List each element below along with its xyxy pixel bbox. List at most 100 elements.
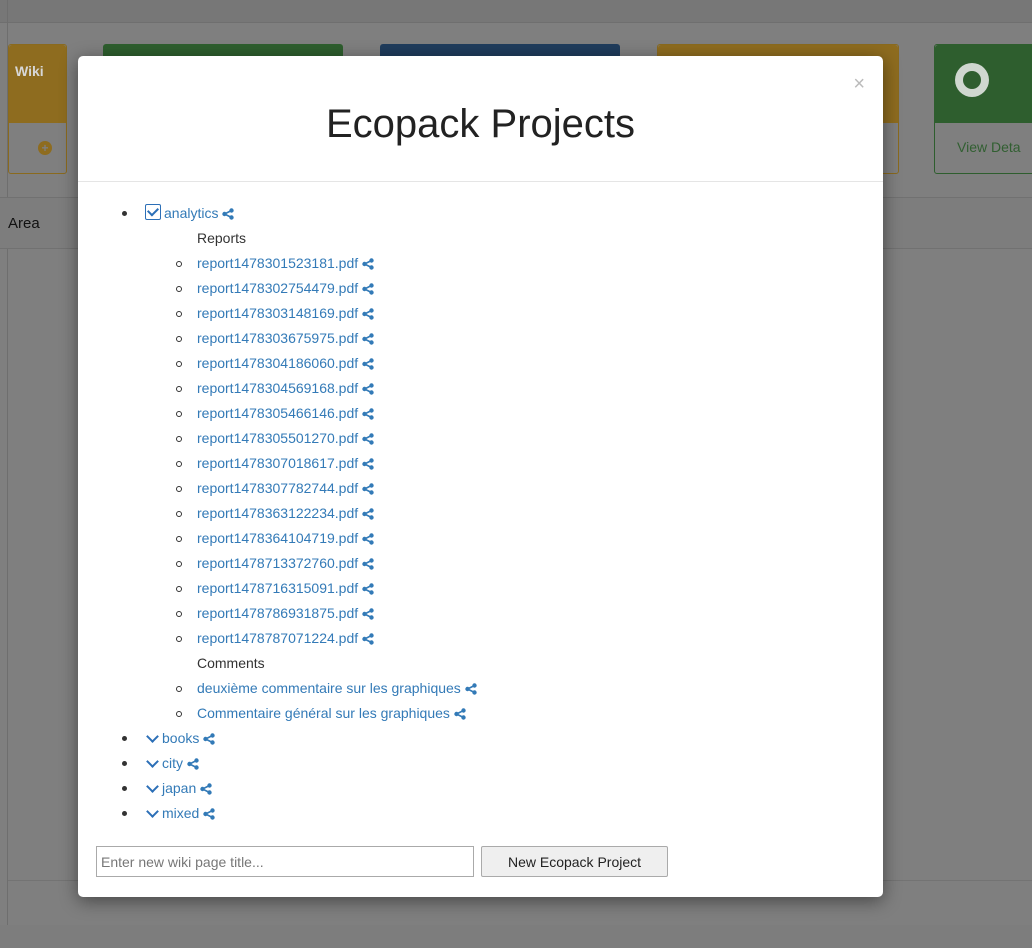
share-icon[interactable]: [187, 753, 199, 778]
share-icon[interactable]: [362, 403, 374, 428]
circle-bullet-icon: [176, 411, 182, 417]
list-item-entry: report1478307018617.pdf: [197, 451, 374, 478]
project-entry: japan: [145, 776, 212, 803]
bullet-icon: [122, 786, 127, 791]
list-item-entry: report1478716315091.pdf: [197, 576, 374, 603]
share-icon[interactable]: [362, 603, 374, 628]
list-item-entry: report1478364104719.pdf: [197, 526, 374, 553]
file-link[interactable]: report1478307018617.pdf: [197, 455, 358, 471]
section-heading: Comments: [197, 655, 265, 671]
share-icon[interactable]: [362, 553, 374, 578]
circle-bullet-icon: [176, 711, 182, 717]
file-link[interactable]: deuxième commentaire sur les graphiques: [197, 680, 461, 696]
globe-card-footer[interactable]: View Deta: [935, 125, 1032, 173]
file-link[interactable]: report1478302754479.pdf: [197, 280, 358, 296]
circle-bullet-icon: [176, 636, 182, 642]
project-link[interactable]: mixed: [162, 805, 199, 821]
file-link[interactable]: Commentaire général sur les graphiques: [197, 705, 450, 721]
chevron-down-icon[interactable]: [145, 781, 159, 795]
modal-title: Ecopack Projects: [325, 102, 636, 146]
list-item-entry: report1478301523181.pdf: [197, 251, 374, 278]
share-icon[interactable]: [203, 803, 216, 828]
share-icon[interactable]: [362, 428, 374, 453]
circle-bullet-icon: [176, 261, 182, 267]
ecopack-projects-modal: Ecopack Projects × analytics Reports repor…: [78, 56, 883, 897]
wiki-card: Wiki +: [8, 44, 67, 174]
chevron-down-icon[interactable]: [145, 806, 159, 820]
list-item-entry: report1478307782744.pdf: [197, 476, 374, 503]
file-link[interactable]: report1478303675975.pdf: [197, 330, 358, 346]
bullet-icon: [122, 736, 127, 741]
circle-bullet-icon: [176, 686, 182, 692]
file-link[interactable]: report1478301523181.pdf: [197, 255, 358, 271]
circle-bullet-icon: [176, 286, 182, 292]
project-link[interactable]: analytics: [164, 205, 218, 221]
close-icon[interactable]: ×: [853, 74, 865, 94]
share-icon[interactable]: [203, 728, 216, 753]
file-link[interactable]: report1478304186060.pdf: [197, 355, 358, 371]
share-icon[interactable]: [362, 353, 374, 378]
file-link[interactable]: report1478305501270.pdf: [197, 430, 358, 446]
wiki-card-footer[interactable]: +: [9, 125, 66, 173]
list-item-entry: report1478303148169.pdf: [197, 301, 374, 328]
circle-bullet-icon: [176, 361, 182, 367]
globe-card: View Deta: [934, 44, 1032, 174]
bullet-icon: [122, 761, 127, 766]
share-icon[interactable]: [454, 703, 466, 728]
circle-bullet-icon: [176, 386, 182, 392]
share-icon[interactable]: [362, 478, 374, 503]
share-icon[interactable]: [362, 503, 374, 528]
bullet-icon: [122, 211, 127, 216]
circle-bullet-icon: [176, 586, 182, 592]
list-item-entry: report1478786931875.pdf: [197, 601, 374, 628]
circle-bullet-icon: [176, 511, 182, 517]
share-icon[interactable]: [362, 528, 374, 553]
share-icon[interactable]: [200, 778, 212, 803]
list-item-entry: report1478787071224.pdf: [197, 626, 374, 653]
check-square-icon[interactable]: [145, 204, 161, 220]
area-column-header: Area: [8, 215, 40, 232]
file-link[interactable]: report1478713372760.pdf: [197, 555, 358, 571]
list-item-entry: report1478363122234.pdf: [197, 501, 374, 528]
circle-bullet-icon: [176, 486, 182, 492]
circle-bullet-icon: [176, 611, 182, 617]
share-icon[interactable]: [465, 678, 477, 703]
file-link[interactable]: report1478364104719.pdf: [197, 530, 358, 546]
top-navbar: [0, 0, 1032, 23]
share-icon[interactable]: [362, 278, 374, 303]
view-details-link[interactable]: View Deta: [957, 139, 1021, 155]
file-link[interactable]: report1478363122234.pdf: [197, 505, 358, 521]
project-entry: mixed: [145, 801, 216, 828]
file-link[interactable]: report1478305466146.pdf: [197, 405, 358, 421]
file-link[interactable]: report1478303148169.pdf: [197, 305, 358, 321]
list-item-entry: Commentaire général sur les graphiques: [197, 701, 466, 728]
file-link[interactable]: report1478786931875.pdf: [197, 605, 358, 621]
bullet-icon: [122, 811, 127, 816]
share-icon[interactable]: [222, 203, 235, 228]
list-item-entry: report1478303675975.pdf: [197, 326, 374, 353]
chevron-down-icon[interactable]: [145, 756, 159, 770]
share-icon[interactable]: [362, 628, 374, 653]
plus-circle-icon[interactable]: +: [38, 141, 52, 155]
share-icon[interactable]: [362, 378, 374, 403]
list-item-entry: deuxième commentaire sur les graphiques: [197, 676, 477, 703]
share-icon[interactable]: [362, 328, 374, 353]
file-link[interactable]: report1478716315091.pdf: [197, 580, 358, 596]
wiki-page-title-input[interactable]: [96, 846, 474, 877]
project-link[interactable]: city: [162, 755, 183, 771]
chevron-down-icon[interactable]: [145, 731, 159, 745]
project-link[interactable]: japan: [162, 780, 196, 796]
share-icon[interactable]: [362, 578, 374, 603]
new-ecopack-project-button[interactable]: New Ecopack Project: [481, 846, 668, 877]
project-entry: analytics: [145, 201, 235, 228]
list-item-entry: report1478305501270.pdf: [197, 426, 374, 453]
modal-header: Ecopack Projects ×: [78, 56, 883, 182]
share-icon[interactable]: [362, 303, 374, 328]
circle-bullet-icon: [176, 336, 182, 342]
share-icon[interactable]: [362, 453, 374, 478]
file-link[interactable]: report1478307782744.pdf: [197, 480, 358, 496]
file-link[interactable]: report1478787071224.pdf: [197, 630, 358, 646]
file-link[interactable]: report1478304569168.pdf: [197, 380, 358, 396]
share-icon[interactable]: [362, 253, 374, 278]
project-link[interactable]: books: [162, 730, 199, 746]
